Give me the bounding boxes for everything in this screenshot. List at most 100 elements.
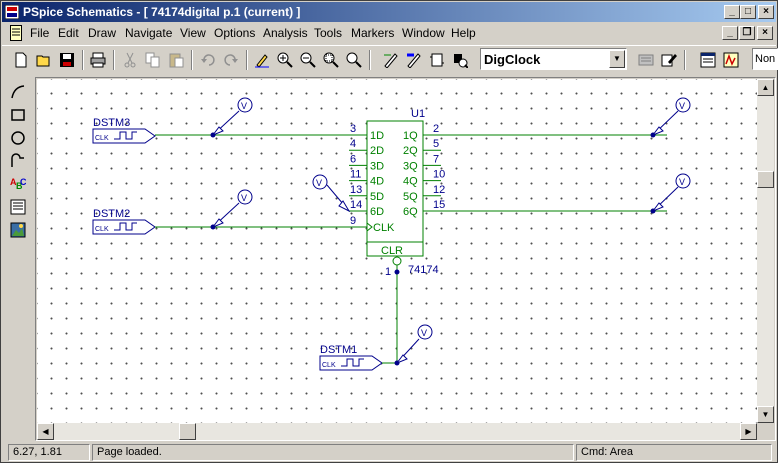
insert-picture-button[interactable] (7, 219, 29, 241)
save-button[interactable] (56, 49, 78, 71)
place-text-button[interactable]: ABC (7, 173, 29, 195)
redraw-button[interactable] (251, 49, 273, 71)
horizontal-scrollbar[interactable]: ◀ ▶ (37, 423, 757, 440)
u1-part-name: 74174 (408, 264, 439, 276)
scroll-right-arrow-icon[interactable]: ▶ (740, 423, 757, 440)
vertical-scroll-thumb[interactable] (757, 171, 774, 188)
pspice-app-icon[interactable] (5, 5, 19, 19)
text-abc-icon: A BC (10, 177, 26, 191)
scroll-up-arrow-icon[interactable]: ▲ (757, 79, 774, 96)
zoom-fit-icon (346, 52, 362, 68)
voltage-marker[interactable]: V (651, 173, 691, 213)
vertical-scrollbar[interactable]: ▲ ▼ (757, 79, 774, 423)
u1-input-pin-number: 3 (350, 123, 356, 135)
attribute-combo[interactable]: Non (752, 48, 778, 70)
zoom-out-button[interactable] (297, 49, 319, 71)
u1-output-pin-name: 1Q (403, 130, 418, 142)
menu-options[interactable]: Options (214, 26, 255, 40)
menu-edit[interactable]: Edit (58, 26, 79, 40)
open-button[interactable] (33, 49, 55, 71)
text-box-button[interactable] (7, 196, 29, 218)
save-disk-icon (60, 53, 74, 67)
pencil-redraw-icon (255, 54, 269, 68)
draw-bus-button[interactable] (403, 49, 425, 71)
voltage-marker[interactable]: V (651, 97, 691, 137)
undo-button[interactable] (197, 49, 219, 71)
circle-icon (11, 131, 25, 145)
u1-output-pin-number: 2 (433, 123, 439, 135)
draw-box-button[interactable] (7, 104, 29, 126)
part-name-value: DigClock (484, 52, 541, 67)
combo-dropdown-arrow-icon[interactable]: ▼ (609, 50, 625, 68)
zoom-area-button[interactable] (320, 49, 342, 71)
svg-text:V: V (679, 101, 685, 111)
menu-draw[interactable]: Draw (88, 26, 116, 40)
voltage-marker[interactable]: V (211, 189, 253, 229)
copy-button[interactable] (142, 49, 164, 71)
toolbar-separator (191, 50, 193, 70)
toolbar-separator (684, 50, 686, 70)
menu-bar: File Edit Draw Navigate View Options Ana… (2, 23, 776, 43)
minimize-button[interactable]: _ (724, 5, 740, 19)
draw-circle-button[interactable] (7, 127, 29, 149)
new-button[interactable] (10, 49, 32, 71)
u1-clr-pin-name: CLR (381, 245, 403, 257)
u1-output-pin-name: 2Q (403, 145, 418, 157)
menu-file[interactable]: File (30, 26, 49, 40)
paste-button[interactable] (165, 49, 187, 71)
draw-bus-icon (407, 53, 421, 68)
simulate-button[interactable] (720, 49, 742, 71)
get-part-button[interactable] (449, 49, 471, 71)
menu-window[interactable]: Window (402, 26, 445, 40)
redo-button[interactable] (220, 49, 242, 71)
draw-wire-button[interactable] (380, 49, 402, 71)
dstm2-pin-label: CLK (95, 226, 109, 233)
menu-help[interactable]: Help (451, 26, 476, 40)
zoom-fit-button[interactable] (343, 49, 365, 71)
scroll-left-arrow-icon[interactable]: ◀ (37, 423, 54, 440)
svg-text:V: V (241, 193, 247, 203)
u1-output-pin-number: 15 (433, 199, 445, 211)
print-button[interactable] (87, 49, 109, 71)
part-name-combo[interactable]: DigClock ▼ (480, 48, 627, 70)
menu-analysis[interactable]: Analysis (263, 26, 308, 40)
menu-navigate[interactable]: Navigate (125, 26, 172, 40)
draw-block-button[interactable] (426, 49, 448, 71)
horizontal-scroll-thumb[interactable] (179, 423, 196, 440)
document-icon[interactable] (10, 25, 22, 41)
menu-view[interactable]: View (180, 26, 206, 40)
menu-markers[interactable]: Markers (351, 26, 394, 40)
u1-output-pin-name: 4Q (403, 176, 418, 188)
u1-input-pin-name: 6D (370, 206, 384, 218)
setup-analysis-button[interactable] (697, 49, 719, 71)
junction-dot (394, 269, 400, 275)
schematic-canvas[interactable]: DSTM3 CLK V DSTM2 CLK V DSTM1 CLK V U1 7… (37, 79, 757, 423)
edit-symbol-button[interactable] (658, 49, 680, 71)
svg-text:V: V (421, 328, 427, 338)
doc-close-button[interactable]: × (757, 26, 773, 40)
zoom-in-button[interactable] (274, 49, 296, 71)
draw-arc-button[interactable] (7, 81, 29, 103)
maximize-button[interactable]: □ (740, 5, 756, 19)
doc-restore-button[interactable]: ❐ (739, 26, 755, 40)
cut-button[interactable] (119, 49, 141, 71)
polyline-icon (11, 153, 24, 167)
draw-polyline-button[interactable] (7, 150, 29, 172)
close-button[interactable]: × (758, 5, 774, 19)
doc-minimize-button[interactable]: _ (722, 26, 738, 40)
u1-output-pin-name: 3Q (403, 160, 418, 172)
scroll-down-arrow-icon[interactable]: ▼ (757, 406, 774, 423)
toolbar-separator (113, 50, 115, 70)
u1-clk-pin-name: CLK (373, 222, 395, 234)
command-status: Cmd: Area (576, 444, 772, 461)
toolbar-separator (246, 50, 248, 70)
voltage-marker[interactable]: V (395, 324, 433, 365)
application-window: PSpice Schematics - [ 74174digital p.1 (… (0, 0, 778, 463)
voltage-marker[interactable]: V (312, 174, 351, 213)
u1-input-pin-number: 6 (350, 153, 356, 165)
menu-tools[interactable]: Tools (314, 26, 342, 40)
voltage-marker[interactable]: V (211, 97, 253, 137)
draw-block-icon (430, 53, 444, 67)
dstm2-label: DSTM2 (93, 208, 130, 220)
edit-attributes-button[interactable] (635, 49, 657, 71)
